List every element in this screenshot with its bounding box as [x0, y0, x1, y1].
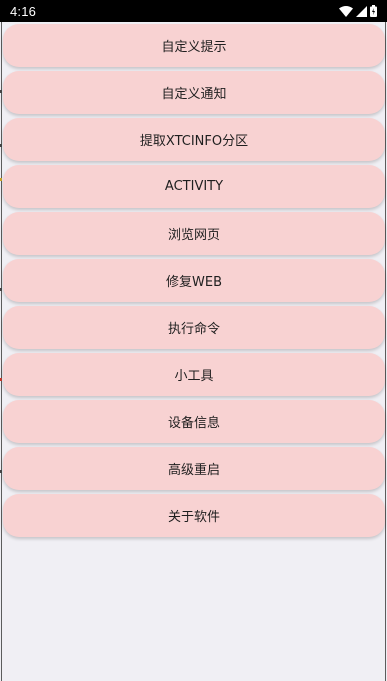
- extract-xtcinfo-button[interactable]: 提取XTCINFO分区: [3, 118, 385, 161]
- battery-icon: [370, 5, 377, 17]
- edge-mark: [0, 288, 2, 291]
- edge-mark: [0, 378, 2, 381]
- status-bar: 4:16: [0, 0, 387, 22]
- custom-toast-button[interactable]: 自定义提示: [3, 24, 385, 67]
- signal-icon: [356, 5, 367, 17]
- browse-web-button[interactable]: 浏览网页: [3, 212, 385, 255]
- device-info-button[interactable]: 设备信息: [3, 400, 385, 443]
- run-command-button[interactable]: 执行命令: [3, 306, 385, 349]
- activity-button[interactable]: ACTIVITY: [3, 165, 385, 208]
- status-time: 4:16: [10, 3, 37, 19]
- wifi-icon: [339, 5, 353, 17]
- custom-notification-button[interactable]: 自定义通知: [3, 71, 385, 114]
- edge-mark: [0, 178, 2, 181]
- about-button[interactable]: 关于软件: [3, 494, 385, 537]
- main-content: 自定义提示 自定义通知 提取XTCINFO分区 ACTIVITY 浏览网页 修复…: [1, 22, 386, 681]
- tools-button[interactable]: 小工具: [3, 353, 385, 396]
- edge-mark: [0, 144, 2, 147]
- edge-mark: [0, 470, 2, 473]
- menu-list: 自定义提示 自定义通知 提取XTCINFO分区 ACTIVITY 浏览网页 修复…: [3, 24, 385, 541]
- edge-mark: [0, 90, 2, 93]
- repair-web-button[interactable]: 修复WEB: [3, 259, 385, 302]
- advanced-reboot-button[interactable]: 高级重启: [3, 447, 385, 490]
- status-icons: [339, 5, 377, 17]
